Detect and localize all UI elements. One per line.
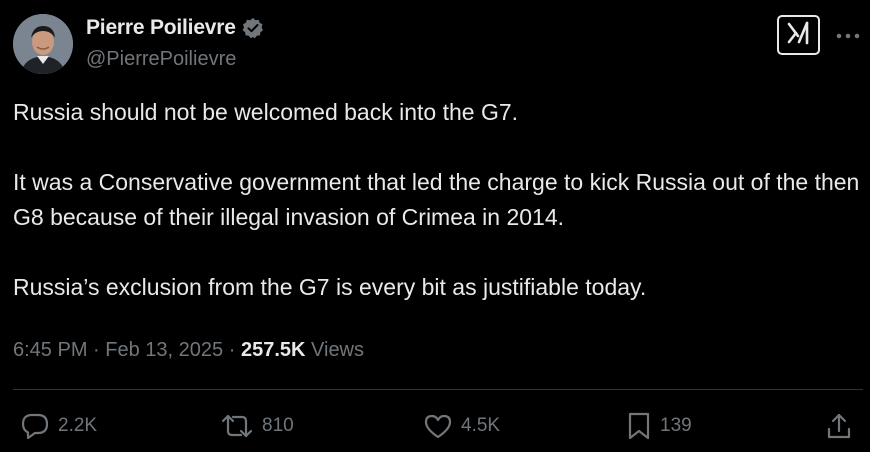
views-count: 257.5K [240,339,306,361]
avatar[interactable] [13,14,73,74]
tweet-text: Russia should not be welcomed back into … [13,95,863,305]
tweet-time[interactable]: 6:45 PM [13,339,87,361]
reply-button[interactable]: 2.2K [20,410,97,442]
grok-button[interactable] [777,15,820,55]
bookmark-count: 139 [660,415,692,436]
views-label: Views [311,339,365,361]
author-display-name[interactable]: Pierre Poilievre [86,16,236,40]
divider [13,389,863,390]
more-icon [836,26,860,44]
tweet-paragraph: Russia’s exclusion from the G7 is every … [13,274,647,300]
reply-icon [20,412,50,440]
share-icon [825,411,853,441]
repost-icon [220,412,254,440]
tweet: Pierre Poilievre @PierrePoilievre Russia… [0,0,870,452]
tweet-paragraph: Russia should not be welcomed back into … [13,99,519,125]
tweet-meta: 6:45 PM · Feb 13, 2025 · 257.5K Views [13,339,364,362]
meta-separator: · [93,339,100,361]
grok-icon [785,20,813,51]
like-count: 4.5K [461,415,501,436]
bookmark-icon [626,411,652,441]
like-button[interactable]: 4.5K [423,410,500,442]
more-options-button[interactable] [835,24,861,46]
share-button[interactable] [825,410,853,442]
bookmark-button[interactable]: 139 [626,410,692,442]
meta-separator: · [228,339,236,361]
author-handle[interactable]: @PierrePoilievre [86,48,236,71]
tweet-paragraph: It was a Conservative government that le… [13,169,860,230]
repost-button[interactable]: 810 [220,410,294,442]
repost-count: 810 [262,415,294,436]
author-name-row: Pierre Poilievre [86,16,264,40]
tweet-date[interactable]: Feb 13, 2025 [105,339,223,361]
verified-badge-icon [242,17,264,39]
reply-count: 2.2K [58,415,98,436]
heart-icon [423,412,453,440]
